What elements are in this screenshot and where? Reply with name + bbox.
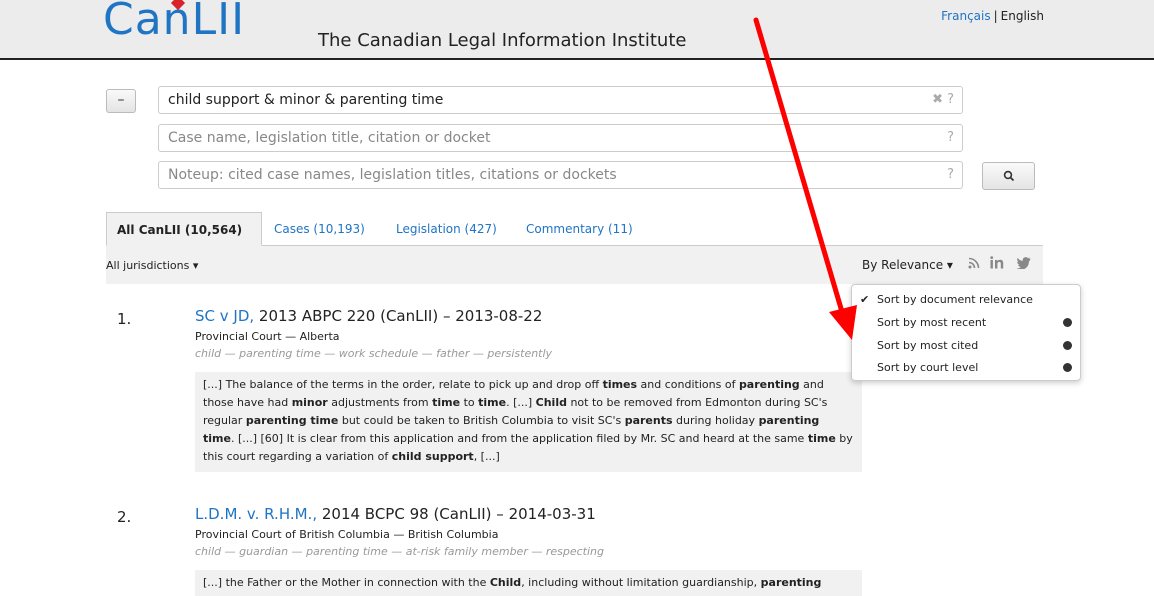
social-icons — [968, 256, 1031, 272]
site-header: CanLII The Canadian Legal Information In… — [0, 0, 1154, 60]
jurisdiction-dropdown[interactable]: All jurisdictions ▾ — [106, 259, 198, 272]
search-button[interactable] — [982, 162, 1035, 190]
result-snippet: [...] The balance of the terms in the or… — [195, 372, 862, 472]
sort-recent-option[interactable]: Sort by most recent — [852, 312, 1080, 334]
snippet-text: to — [460, 396, 479, 409]
sort-dropdown[interactable]: By Relevance ▾ — [862, 258, 953, 272]
help-icon[interactable] — [1063, 363, 1072, 372]
highlighted-term: Child — [489, 576, 522, 589]
tab-all-canlii[interactable]: All CanLII (10,564) — [106, 212, 262, 246]
tab-cases[interactable]: Cases (10,193) — [274, 212, 365, 246]
highlighted-term: parenting — [738, 378, 800, 391]
full-text-search-input[interactable]: child support & minor & parenting time ✖… — [158, 86, 963, 114]
case-link[interactable]: L.D.M. v. R.H.M., — [195, 505, 317, 523]
snippet-text: [...] the Father or the Mother in connec… — [203, 576, 490, 589]
case-link[interactable]: SC v JD, — [195, 307, 254, 325]
highlighted-term: minor — [291, 396, 328, 409]
language-switcher: Français | English — [941, 9, 1044, 23]
rss-icon[interactable] — [968, 257, 980, 269]
collapse-search-button[interactable]: – — [106, 89, 136, 113]
linkedin-icon[interactable] — [990, 256, 1006, 269]
sort-court-level-option[interactable]: Sort by court level — [852, 357, 1080, 379]
snippet-text: , including without limitation guardians… — [521, 576, 761, 589]
court-name: Provincial Court of British Columbia — B… — [195, 528, 499, 541]
help-icon[interactable]: ? — [947, 125, 954, 151]
site-tagline: The Canadian Legal Information Institute — [318, 30, 687, 51]
help-icon[interactable] — [1063, 341, 1072, 350]
help-icon[interactable] — [1063, 318, 1072, 327]
snippet-text: . [...] — [506, 396, 536, 409]
twitter-icon[interactable] — [1016, 257, 1031, 270]
result-number: 2. — [117, 508, 132, 526]
highlighted-term: times — [602, 378, 638, 391]
case-name-input[interactable]: Case name, legislation title, citation o… — [158, 124, 963, 152]
snippet-text: [...] The balance of the terms in the or… — [203, 378, 603, 391]
snippet-text: and conditions of — [637, 378, 739, 391]
result-snippet: [...] the Father or the Mother in connec… — [195, 570, 862, 596]
result-number: 1. — [117, 310, 132, 328]
english-label: English — [1000, 9, 1044, 23]
search-icon — [1003, 170, 1014, 182]
snippet-text: but could be taken to British Columbia t… — [338, 414, 625, 427]
french-link[interactable]: Français — [941, 9, 990, 23]
case-name-placeholder: Case name, legislation title, citation o… — [168, 130, 491, 146]
clear-help-icons[interactable]: ✖ ? — [932, 87, 954, 113]
keywords: child — guardian — parenting time — at-r… — [195, 545, 604, 558]
highlighted-term: child support — [391, 450, 474, 463]
noteup-input[interactable]: Noteup: cited case names, legislation ti… — [158, 161, 963, 189]
keywords: child — parenting time — work schedule —… — [195, 347, 553, 360]
highlighted-term: parenting time — [245, 414, 339, 427]
snippet-text: . [...] [60] It is clear from this appli… — [230, 432, 808, 445]
highlighted-term: time — [478, 396, 507, 409]
snippet-text: adjustments from — [327, 396, 433, 409]
case-citation: 2014 BCPC 98 (CanLII) – 2014-03-31 — [317, 505, 596, 523]
canlii-logo[interactable]: CanLII — [103, 0, 245, 45]
sort-cited-option[interactable]: Sort by most cited — [852, 335, 1080, 357]
highlighted-term: parents — [624, 414, 673, 427]
highlighted-term: time — [807, 432, 836, 445]
checkmark-icon: ✔ — [860, 293, 870, 306]
noteup-placeholder: Noteup: cited case names, legislation ti… — [168, 167, 617, 183]
tab-commentary[interactable]: Commentary (11) — [526, 212, 633, 246]
help-icon[interactable]: ? — [947, 162, 954, 188]
search-query-text: child support & minor & parenting time — [168, 92, 444, 108]
snippet-text: , [...] — [473, 450, 500, 463]
result-title: SC v JD, 2013 ABPC 220 (CanLII) – 2013-0… — [195, 307, 542, 325]
case-citation: 2013 ABPC 220 (CanLII) – 2013-08-22 — [254, 307, 543, 325]
filter-bar: All jurisdictions ▾ By Relevance ▾ — [106, 246, 1043, 284]
highlighted-term: parenting — [760, 576, 822, 589]
snippet-text: during holiday — [672, 414, 759, 427]
sort-menu: ✔ Sort by document relevance Sort by mos… — [851, 284, 1081, 381]
result-title: L.D.M. v. R.H.M., 2014 BCPC 98 (CanLII) … — [195, 505, 596, 523]
tab-legislation[interactable]: Legislation (427) — [396, 212, 497, 246]
sort-relevance-option[interactable]: ✔ Sort by document relevance — [852, 289, 1080, 311]
highlighted-term: time — [432, 396, 461, 409]
result-tabs: All CanLII (10,564) Cases (10,193) Legis… — [106, 212, 1043, 246]
court-name: Provincial Court — Alberta — [195, 330, 340, 343]
highlighted-term: Child — [535, 396, 567, 409]
